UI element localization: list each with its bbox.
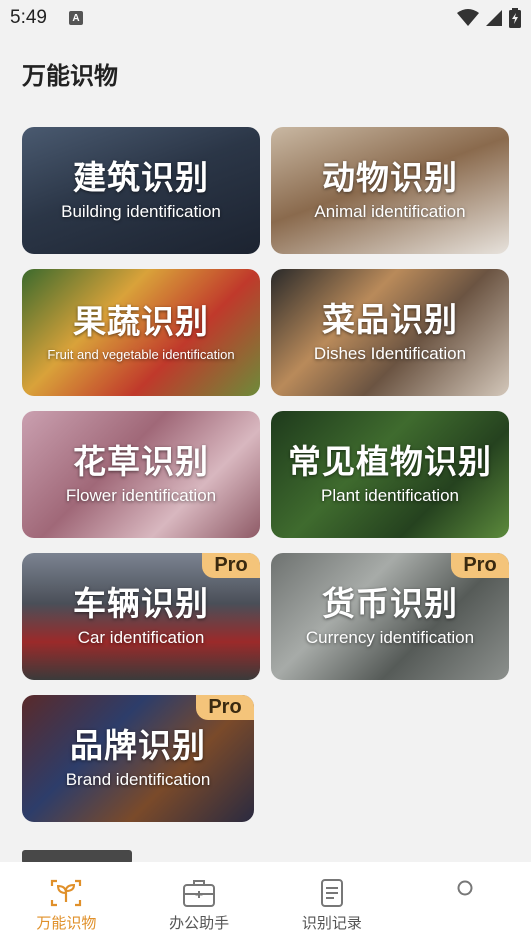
card-animal[interactable]: 动物识别 Animal identification [271,127,509,254]
card-subtitle: Fruit and vegetable identification [47,346,235,362]
pro-badge: Pro [202,553,260,578]
card-currency[interactable]: Pro 货币识别 Currency identification [271,553,509,680]
card-brand[interactable]: Pro 品牌识别 Brand identification [22,695,254,822]
card-subtitle: Building identification [61,202,221,222]
nav-item-records[interactable]: 识别记录 [266,862,399,945]
card-flower[interactable]: 花草识别 Flower identification [22,411,260,538]
card-car[interactable]: Pro 车辆识别 Car identification [22,553,260,680]
card-subtitle: Car identification [77,628,205,648]
nav-item-office[interactable]: 办公助手 [133,862,266,945]
card-subtitle: Currency identification [305,628,475,648]
pro-badge: Pro [196,695,254,720]
nav-label: 识别记录 [301,914,362,932]
nav-label: 万能识物 [36,914,97,932]
card-title: 花草识别 [73,441,209,481]
card-subtitle: Flower identification [65,486,217,506]
card-title: 品牌识别 [70,725,206,765]
nav-label: 办公助手 [169,914,230,932]
pro-badge: Pro [451,553,509,578]
card-subtitle: Plant identification [321,486,459,506]
card-title: 常见植物识别 [288,441,492,481]
card-fruit-vegetable[interactable]: 果蔬识别 Fruit and vegetable identification [22,269,260,396]
card-title: 果蔬识别 [73,302,209,342]
card-title: 车辆识别 [73,583,209,623]
nav-item-profile[interactable] [398,862,531,945]
card-subtitle: Brand identification [65,770,211,790]
card-subtitle: Animal identification [314,202,466,222]
briefcase-icon [182,878,216,908]
bottom-nav: 万能识物 办公助手 识别记录 [0,862,531,945]
card-title: 建筑识别 [73,157,209,197]
card-dishes[interactable]: 菜品识别 Dishes Identification [271,269,509,396]
profile-icon [448,878,482,902]
identify-grid: 建筑识别 Building identification 动物识别 Animal… [0,0,531,860]
card-building[interactable]: 建筑识别 Building identification [22,127,260,254]
nav-item-identify[interactable]: 万能识物 [0,862,133,945]
document-icon [315,878,349,908]
sprout-icon [49,878,83,908]
card-subtitle: Dishes Identification [313,344,467,364]
card-plant[interactable]: 常见植物识别 Plant identification [271,411,509,538]
card-title: 动物识别 [322,157,458,197]
card-title: 货币识别 [322,583,458,623]
card-title: 菜品识别 [322,299,458,339]
